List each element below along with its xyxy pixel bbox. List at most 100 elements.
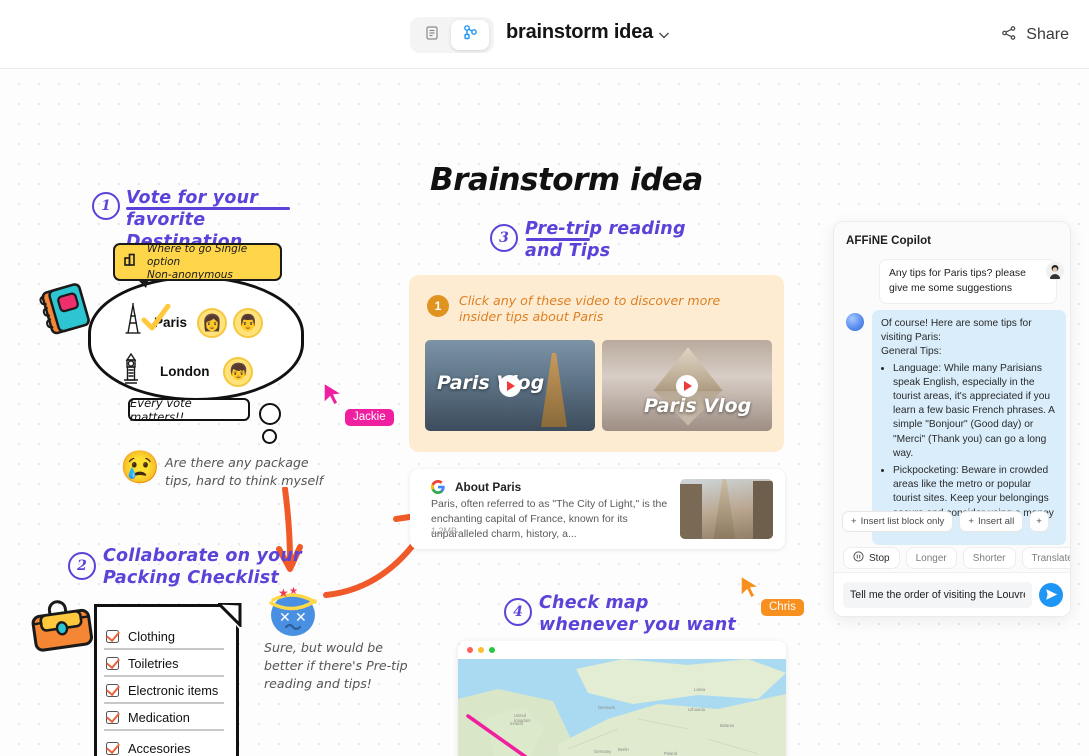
cursor-pointer-chris [739, 574, 762, 605]
cursor-pointer-jackie [322, 381, 345, 412]
svg-text:★: ★ [289, 586, 298, 597]
notebook-sticker [38, 281, 93, 339]
svg-text:Latvia: Latvia [694, 687, 706, 692]
edgeless-mode-icon [462, 24, 479, 46]
mode-switch[interactable] [410, 17, 494, 53]
svg-text:Berlin: Berlin [618, 747, 629, 752]
crying-emoji-sticker: 😢 [120, 449, 160, 485]
page-fold-corner [214, 601, 242, 632]
play-icon[interactable] [499, 374, 521, 397]
about-paris-link-card[interactable]: About Paris Paris, often referred to as … [410, 469, 785, 549]
svg-text:Belarus: Belarus [720, 723, 734, 728]
shorter-button[interactable]: Shorter [962, 547, 1016, 569]
top-bar: brainstorm idea Share [0, 0, 1089, 69]
video-card-0[interactable]: Paris Vlog [425, 340, 595, 431]
checkbox-checked-icon[interactable] [106, 711, 119, 724]
checklist-item-1[interactable]: Toiletries [106, 656, 230, 671]
checklist-item-label: Toiletries [128, 656, 179, 671]
ai-bullet-0: Language: While many Parisians speak Eng… [893, 362, 1057, 461]
insert-more-button[interactable]: + [1029, 511, 1049, 532]
plus-icon: + [1036, 516, 1042, 527]
affine-copilot-panel[interactable]: AFFiNE Copilot Any tips for Paris tips? … [833, 221, 1071, 617]
crying-sticker-note: Are there any package tips, hard to think… [165, 455, 324, 488]
dizzy-sticker-note: Sure, but would be better if there's Pre-… [264, 640, 408, 691]
section-number-2: 2 [68, 552, 96, 580]
checklist-item-label: Accesories [128, 741, 191, 756]
edgeless-canvas[interactable]: Brainstorm idea 1 Vote for your favorite… [0, 69, 1089, 756]
cursor-label-jackie: Jackie [345, 409, 394, 426]
checkbox-checked-icon[interactable] [106, 684, 119, 697]
cursor-label-chris: Chris [761, 599, 804, 616]
copilot-title: AFFiNE Copilot [846, 234, 932, 247]
tips-instruction-text: Click any of these video to discover mor… [459, 293, 721, 324]
checklist-item-label: Clothing [128, 629, 175, 644]
section-number-1: 1 [92, 192, 120, 220]
copilot-insert-row: + Insert list block only + Insert all + [842, 511, 1049, 532]
ai-avatar-icon [846, 313, 864, 331]
svg-text:Kingdom: Kingdom [514, 718, 531, 723]
maximize-icon[interactable] [489, 647, 495, 653]
svg-text:Germany: Germany [594, 749, 612, 754]
share-icon [1001, 25, 1017, 46]
poll-option-paris[interactable]: Paris 👩 👨 [118, 302, 264, 343]
map-window[interactable]: Ireland United Kingdom Denmark Berlin Poland… [458, 641, 786, 756]
link-card-title: About Paris [455, 480, 522, 494]
checklist-divider [104, 675, 224, 677]
svg-text:✕: ✕ [295, 610, 307, 626]
video-title: Paris Vlog [437, 372, 545, 394]
copilot-ai-message: Of course! Here are some tips for visiti… [872, 310, 1066, 546]
plus-icon: + [851, 516, 857, 527]
checkbox-checked-icon[interactable] [106, 630, 119, 643]
close-icon[interactable] [467, 647, 473, 653]
heading-underline-1 [126, 207, 290, 210]
ai-intro-line-1: Of course! Here are some tips for visiti… [881, 318, 1032, 344]
svg-text:★: ★ [278, 586, 289, 600]
dizzy-emoji-sticker: ★ ★ ✕ ✕ [265, 581, 321, 637]
edgeless-mode-button[interactable] [451, 20, 489, 50]
map-window-titlebar [458, 641, 786, 659]
poll-footer-bubble: Every vote matters!! [128, 396, 250, 424]
checklist-item-4[interactable]: Accesories [106, 741, 230, 756]
checklist-item-2[interactable]: Electronic items [106, 683, 230, 698]
translate-button[interactable]: Translate [1021, 547, 1070, 569]
tips-badge: 1 [427, 295, 449, 317]
insert-all-button[interactable]: + Insert all [959, 511, 1024, 532]
plus-icon: + [968, 516, 974, 527]
checkbox-checked-icon[interactable] [106, 742, 119, 755]
shorter-label: Shorter [972, 552, 1006, 564]
checklist-item-label: Medication [128, 710, 190, 725]
play-icon[interactable] [676, 374, 698, 397]
svg-text:Denmark: Denmark [598, 705, 616, 710]
checklist-divider [104, 648, 224, 650]
ai-bullet-list: Language: While many Parisians speak Eng… [893, 362, 1057, 535]
section-number-4: 4 [504, 598, 532, 626]
longer-button[interactable]: Longer [905, 547, 957, 569]
pause-icon [853, 551, 864, 565]
share-button[interactable]: Share [1001, 20, 1069, 50]
page-title[interactable]: brainstorm idea [506, 21, 653, 44]
bubble-tail-circle-large [259, 403, 281, 425]
stop-button[interactable]: Stop [843, 547, 900, 569]
checklist-item-3[interactable]: Medication [106, 710, 230, 725]
insert-list-block-only-button[interactable]: + Insert list block only [842, 511, 954, 532]
send-icon[interactable] [1039, 582, 1063, 607]
bar-chart-icon [123, 251, 140, 273]
poll-option-london[interactable]: London 👦 [118, 352, 254, 391]
avatar: 👦 [223, 356, 254, 387]
board-title: Brainstorm idea [430, 162, 703, 198]
minimize-icon[interactable] [478, 647, 484, 653]
copilot-input[interactable] [843, 581, 1032, 608]
section-heading-4: Check map whenever you want [539, 593, 737, 635]
svg-text:Poland: Poland [664, 751, 678, 756]
suitcase-icon [28, 597, 100, 664]
checklist-item-0[interactable]: Clothing [106, 629, 230, 644]
document-icon [424, 25, 440, 46]
chevron-down-icon[interactable] [655, 26, 673, 49]
bubble-tail-circle-small [262, 429, 277, 444]
link-card-thumbnail [680, 479, 773, 539]
checkbox-checked-icon[interactable] [106, 657, 119, 670]
video-card-1[interactable]: Paris Vlog [602, 340, 772, 431]
page-mode-button[interactable] [413, 20, 451, 50]
insert-all-label: Insert all [977, 516, 1015, 527]
map-body[interactable]: Ireland United Kingdom Denmark Berlin Poland… [458, 659, 786, 756]
